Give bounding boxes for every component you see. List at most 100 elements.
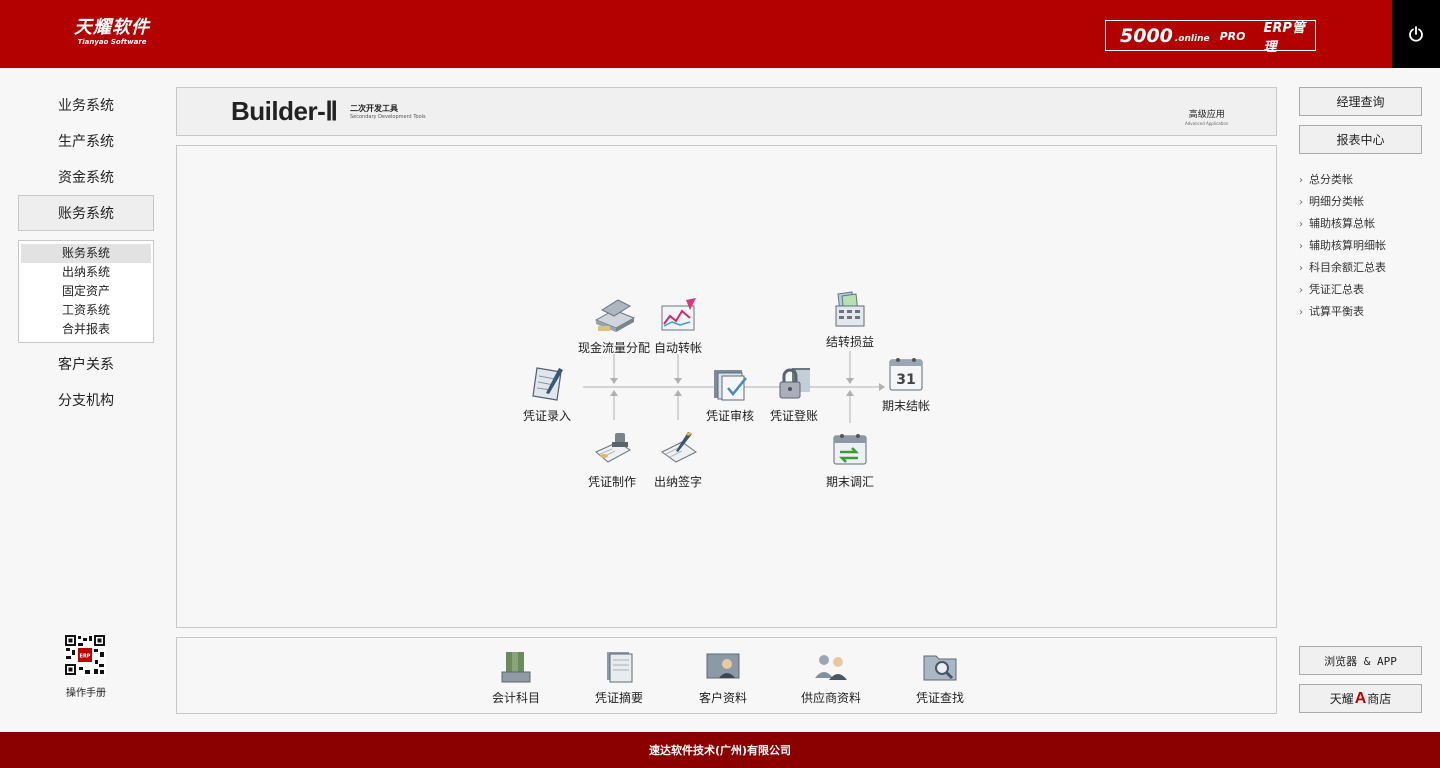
chevron-right-icon: › bbox=[1299, 307, 1303, 318]
qr-code-icon[interactable]: ERP bbox=[64, 634, 106, 676]
voucher-entry-label: 凭证录入 bbox=[522, 409, 571, 423]
report-label: 辅助核算明细帐 bbox=[1309, 239, 1386, 252]
period-close-label: 期末结帐 bbox=[881, 399, 930, 413]
tool-voucher-search[interactable]: 凭证查找 bbox=[895, 648, 985, 706]
footer-company: 速达软件技术(广州)有限公司 bbox=[648, 744, 792, 757]
submenu-accounting[interactable]: 账务系统 bbox=[21, 244, 151, 263]
tool-chart-of-accounts[interactable]: 会计科目 bbox=[471, 648, 561, 706]
tool-voucher-summary-label: 凭证摘要 bbox=[594, 691, 643, 705]
customer-card-icon bbox=[706, 653, 740, 679]
folder-search-icon bbox=[923, 655, 957, 681]
report-label: 试算平衡表 bbox=[1309, 305, 1364, 318]
tianyao-store-button[interactable]: 天耀 A 商店 bbox=[1299, 684, 1422, 713]
calendar-31-icon: 31 bbox=[889, 358, 923, 391]
cashier-sign-icon bbox=[661, 432, 697, 463]
store-a-logo: A bbox=[1354, 689, 1367, 707]
workflow-panel: 凭证录入 现金流量分配 自动转帐 凭证制作 出纳签字 凭证审核 凭证登账 结转损… bbox=[176, 145, 1277, 628]
tool-supplier-info[interactable]: 供应商资料 bbox=[786, 648, 876, 706]
binders-icon bbox=[501, 652, 531, 683]
chevron-right-icon: › bbox=[1299, 197, 1303, 208]
builder-subtitle-en: Secondary Development Tools bbox=[350, 114, 426, 120]
nav-funds-system[interactable]: 资金系统 bbox=[18, 159, 154, 195]
builder-subtitle-cn: 二次开发工具 bbox=[350, 104, 398, 113]
nav-production-system[interactable]: 生产系统 bbox=[18, 123, 154, 159]
nav-branch[interactable]: 分支机构 bbox=[18, 382, 154, 418]
voucher-post-lock-icon bbox=[779, 368, 810, 399]
power-icon bbox=[1409, 26, 1423, 42]
report-list: › 总分类帐 › 明细分类帐 › 辅助核算总帐 › 辅助核算明细帐 › 科目余额汇总表 ›… bbox=[1299, 172, 1429, 326]
tool-chart-of-accounts-label: 会计科目 bbox=[491, 691, 540, 705]
report-aux-detail-ledger[interactable]: › 辅助核算明细帐 bbox=[1299, 238, 1429, 260]
store-label-post: 商店 bbox=[1367, 692, 1392, 706]
logo-subtext: Tianyao Software bbox=[77, 38, 147, 46]
workflow-period-fx-adjust[interactable]: 期末调汇 bbox=[810, 430, 890, 490]
nav-crm[interactable]: 客户关系 bbox=[18, 346, 154, 382]
suppliers-people-icon bbox=[815, 655, 847, 680]
advanced-application-link[interactable]: 高级应用 Advanced Application bbox=[1185, 110, 1228, 127]
report-trial-balance[interactable]: › 试算平衡表 bbox=[1299, 304, 1429, 326]
voucher-entry-icon bbox=[532, 367, 563, 401]
product-version: 5000 bbox=[1120, 24, 1173, 47]
power-button[interactable] bbox=[1392, 0, 1440, 68]
report-balance-summary[interactable]: › 科目余额汇总表 bbox=[1299, 260, 1429, 282]
submenu-cashier[interactable]: 出纳系统 bbox=[21, 263, 151, 282]
quick-tools-bar: 会计科目 凭证摘要 客户资料 供应商资料 凭证查找 bbox=[176, 637, 1277, 714]
builder-banner: Builder-Ⅱ 二次开发工具 Secondary Development T… bbox=[176, 87, 1277, 136]
documents-icon bbox=[607, 652, 633, 683]
tool-customer-info[interactable]: 客户资料 bbox=[678, 648, 768, 706]
tool-supplier-info-label: 供应商资料 bbox=[800, 691, 861, 705]
advanced-application-en: Advanced Application bbox=[1185, 121, 1229, 126]
report-label: 科目余额汇总表 bbox=[1309, 261, 1386, 274]
manager-query-button[interactable]: 经理查询 bbox=[1299, 87, 1422, 116]
carry-profit-loss-label: 结转损益 bbox=[825, 335, 874, 349]
tool-voucher-summary[interactable]: 凭证摘要 bbox=[574, 648, 664, 706]
product-edition: PRO bbox=[1219, 30, 1246, 43]
chevron-right-icon: › bbox=[1299, 263, 1303, 274]
auto-transfer-icon bbox=[661, 298, 696, 331]
footer: 速达软件技术(广州)有限公司 bbox=[0, 732, 1440, 768]
submenu-payroll[interactable]: 工资系统 bbox=[21, 301, 151, 320]
report-label: 明细分类帐 bbox=[1309, 195, 1364, 208]
auto-transfer-label: 自动转帐 bbox=[653, 341, 702, 355]
voucher-make-icon bbox=[595, 433, 631, 463]
workflow-voucher-entry[interactable]: 凭证录入 bbox=[507, 364, 587, 424]
period-fx-adjust-label: 期末调汇 bbox=[825, 475, 874, 489]
tool-customer-info-label: 客户资料 bbox=[698, 691, 747, 705]
accounting-submenu: 账务系统 出纳系统 固定资产 工资系统 合并报表 bbox=[18, 240, 154, 343]
chevron-right-icon: › bbox=[1299, 285, 1303, 296]
company-logo[interactable]: 天耀软件 Tianyao Software bbox=[74, 18, 150, 47]
workflow-period-close[interactable]: 31 期末结帐 bbox=[866, 354, 946, 414]
workflow-voucher-post[interactable]: 凭证登账 bbox=[754, 364, 834, 424]
manual-label[interactable]: 操作手册 bbox=[54, 684, 118, 699]
store-label-pre: 天耀 bbox=[1329, 692, 1354, 706]
report-aux-general-ledger[interactable]: › 辅助核算总帐 bbox=[1299, 216, 1429, 238]
cashier-sign-label: 出纳签字 bbox=[653, 475, 702, 489]
workflow-carry-profit-loss[interactable]: 结转损益 bbox=[810, 290, 890, 350]
report-label: 辅助核算总帐 bbox=[1309, 217, 1375, 230]
report-voucher-summary[interactable]: › 凭证汇总表 bbox=[1299, 282, 1429, 304]
submenu-consolidated-report[interactable]: 合并报表 bbox=[21, 320, 151, 339]
workflow-cashier-sign[interactable]: 出纳签字 bbox=[638, 430, 718, 490]
report-label: 总分类帐 bbox=[1309, 173, 1353, 186]
browser-app-button[interactable]: 浏览器 & APP bbox=[1299, 646, 1422, 675]
cashflow-icon bbox=[594, 299, 636, 332]
product-name: ERP管理 bbox=[1263, 20, 1305, 55]
report-subsidiary-ledger[interactable]: › 明细分类帐 bbox=[1299, 194, 1429, 216]
advanced-application-cn: 高级应用 bbox=[1188, 110, 1225, 120]
chevron-right-icon: › bbox=[1299, 219, 1303, 230]
submenu-fixed-assets[interactable]: 固定资产 bbox=[21, 282, 151, 301]
tool-voucher-search-label: 凭证查找 bbox=[915, 691, 964, 705]
report-center-button[interactable]: 报表中心 bbox=[1299, 125, 1422, 154]
workflow-auto-transfer[interactable]: 自动转帐 bbox=[638, 296, 718, 356]
nav-business-system[interactable]: 业务系统 bbox=[18, 87, 154, 123]
builder-subtitle: 二次开发工具 Secondary Development Tools bbox=[350, 104, 426, 121]
nav-accounting-system[interactable]: 账务系统 bbox=[18, 195, 154, 231]
browser-app-label: 浏览器 & APP bbox=[1324, 654, 1397, 668]
logo-text: 天耀软件 bbox=[74, 17, 150, 38]
product-online: .online bbox=[1174, 33, 1210, 44]
chevron-right-icon: › bbox=[1299, 175, 1303, 186]
period-fx-adjust-icon bbox=[833, 434, 867, 465]
carry-profit-loss-icon bbox=[835, 291, 865, 327]
svg-text:31: 31 bbox=[896, 372, 915, 388]
report-general-ledger[interactable]: › 总分类帐 bbox=[1299, 172, 1429, 194]
